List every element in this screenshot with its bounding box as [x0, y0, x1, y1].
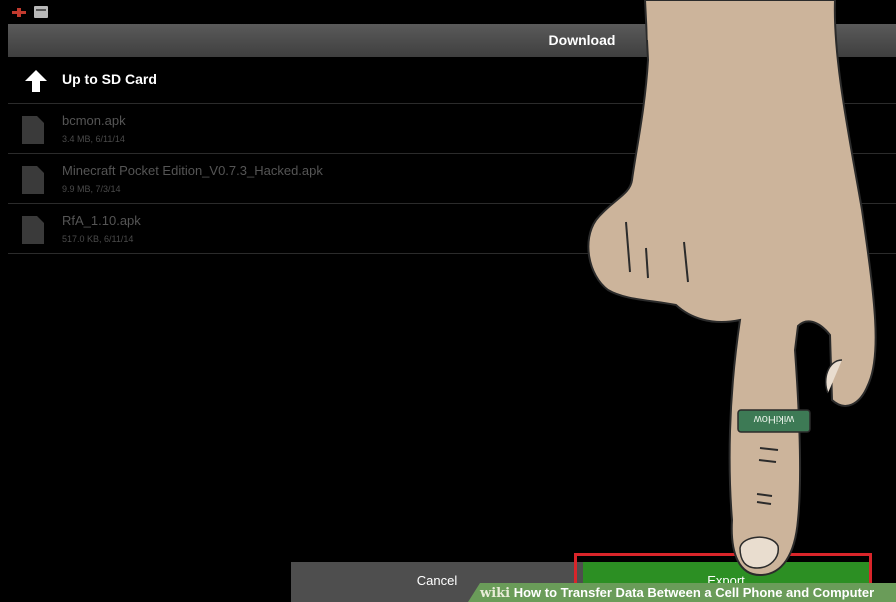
ring-label: wikiHow: [754, 413, 795, 425]
watermark-text: How to Transfer Data Between a Cell Phon…: [513, 585, 875, 600]
pointing-hand-illustration: wikiHow: [587, 0, 877, 577]
watermark-wiki: wiki: [480, 586, 511, 601]
wikihow-watermark: wiki How to Transfer Data Between a Cell…: [468, 583, 896, 602]
